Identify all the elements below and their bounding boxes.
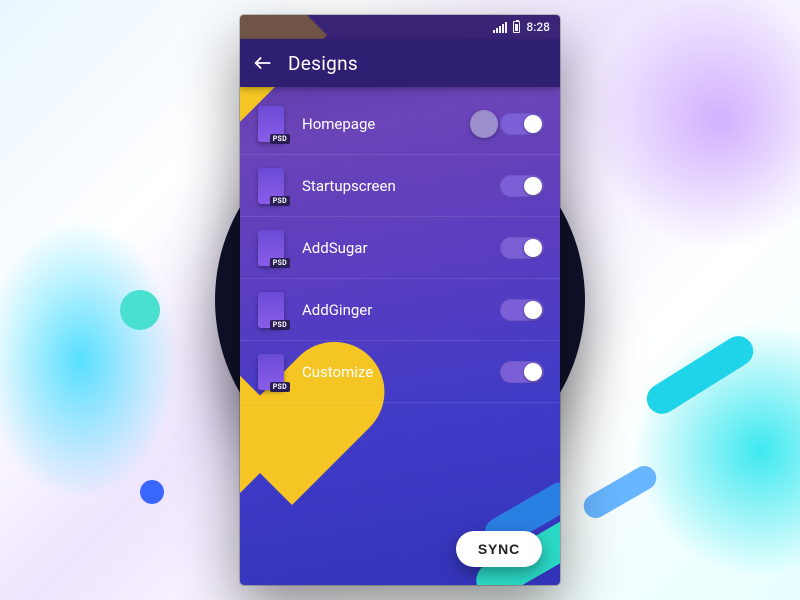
battery-icon: [513, 21, 520, 33]
bg-dot: [140, 480, 164, 504]
bg-pill: [579, 462, 660, 523]
psd-thumbnail: PSD: [258, 106, 284, 142]
list-item[interactable]: PSDHomepage: [240, 93, 560, 155]
toggle-switch[interactable]: [500, 175, 544, 197]
psd-badge: PSD: [270, 134, 290, 144]
psd-thumbnail: PSD: [258, 168, 284, 204]
toggle-knob: [524, 363, 542, 381]
toggle-knob: [524, 301, 542, 319]
back-button[interactable]: [252, 52, 274, 74]
list-item[interactable]: PSD Customize: [240, 341, 560, 403]
toggle-knob: [524, 239, 542, 257]
designs-list[interactable]: PSDHomepagePSDStartupscreenPSDAddSugarPS…: [240, 87, 560, 403]
list-item[interactable]: PSD Startupscreen: [240, 155, 560, 217]
list-item-label: Customize: [302, 363, 500, 381]
toggle-drag-hint: [470, 110, 498, 138]
psd-badge: PSD: [270, 382, 290, 392]
toggle-switch[interactable]: [500, 361, 544, 383]
list-item-label: AddGinger: [302, 301, 500, 319]
psd-badge: PSD: [270, 320, 290, 330]
arrow-left-icon: [252, 52, 274, 74]
signal-icon: [493, 22, 507, 33]
list-item-label: Startupscreen: [302, 177, 500, 195]
bg-pill: [641, 330, 759, 419]
toggle-switch[interactable]: [500, 237, 544, 259]
psd-thumbnail: PSD: [258, 230, 284, 266]
list-item-label: AddSugar: [302, 239, 500, 257]
bg-dot: [120, 290, 160, 330]
psd-badge: PSD: [270, 196, 290, 206]
list-item[interactable]: PSD AddGinger: [240, 279, 560, 341]
page-title: Designs: [288, 52, 358, 75]
status-clock: 8:28: [526, 20, 550, 34]
stage: 8:28 Designs PSDHomepagePSDStartupscreen…: [0, 0, 800, 600]
psd-thumbnail: PSD: [258, 292, 284, 328]
psd-thumbnail: PSD: [258, 354, 284, 390]
toggle-knob: [524, 177, 542, 195]
psd-badge: PSD: [270, 258, 290, 268]
app-bar: Designs: [240, 39, 560, 87]
list-item[interactable]: PSD AddSugar: [240, 217, 560, 279]
phone-frame: 8:28 Designs PSDHomepagePSDStartupscreen…: [240, 15, 560, 585]
sync-button[interactable]: SYNC: [456, 531, 542, 567]
android-status-bar: 8:28: [240, 15, 560, 39]
toggle-knob: [524, 115, 542, 133]
toggle-switch[interactable]: [500, 299, 544, 321]
toggle-switch[interactable]: [500, 113, 544, 135]
